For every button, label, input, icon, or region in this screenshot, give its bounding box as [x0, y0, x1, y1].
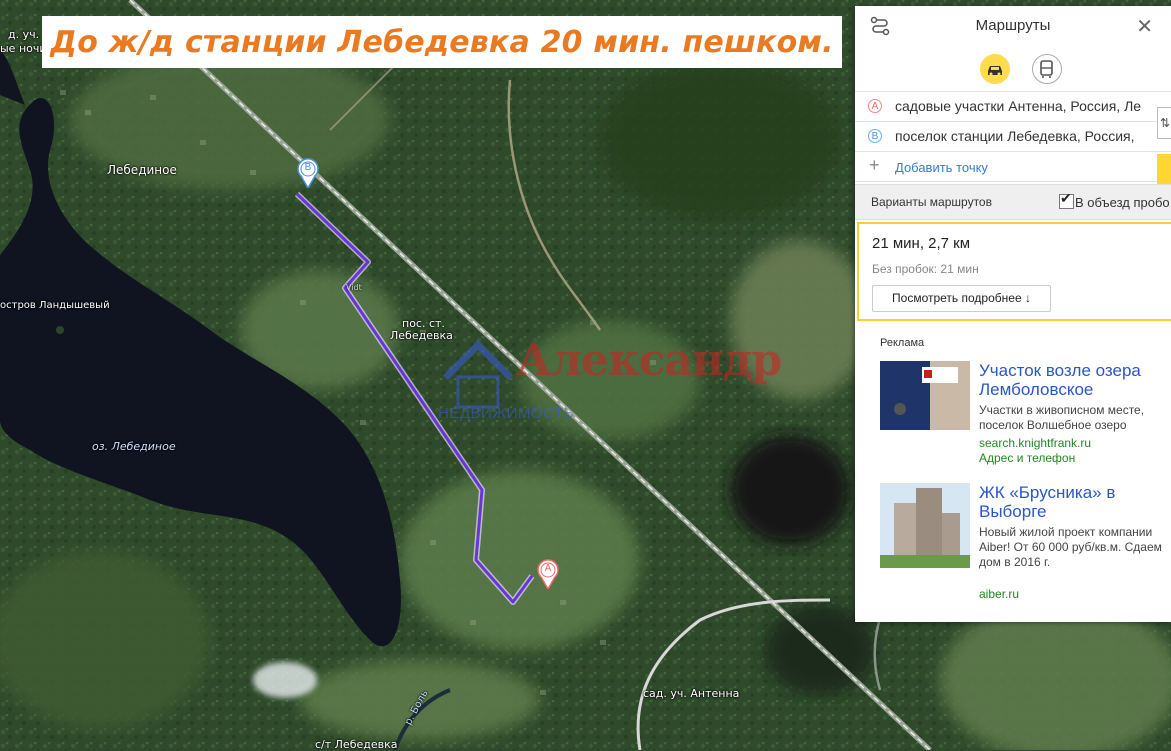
- ad-thumbnail[interactable]: [880, 361, 970, 430]
- route-no-jams: Без пробок: 21 мин: [872, 262, 979, 276]
- marker-b-label: B: [304, 162, 312, 173]
- waypoint-a-marker: A: [868, 99, 882, 113]
- waypoint-b-marker: B: [868, 129, 882, 143]
- yellow-side-tab[interactable]: [1157, 154, 1171, 184]
- ad-title[interactable]: Участок возле озера Лемболовское: [979, 361, 1169, 399]
- watermark-name: Александр: [516, 335, 782, 386]
- watermark-sub: НЕДВИЖИМОСТЬ: [438, 405, 574, 422]
- routes-panel: Маршруты ✕ A садовые участки Антенна, Ро…: [855, 6, 1171, 622]
- map-label-top-left-2: ые ночи: [0, 42, 47, 55]
- transit-mode-button[interactable]: [1032, 54, 1062, 84]
- avoid-jams-checkbox[interactable]: [1059, 190, 1074, 209]
- map-label-island: остров Ландышевый: [0, 300, 110, 311]
- car-mode-button[interactable]: [980, 54, 1010, 84]
- watermark: Александр НЕДВИЖИМОСТЬ: [438, 335, 782, 430]
- marker-a-pin[interactable]: A: [537, 559, 559, 591]
- add-point-row[interactable]: + Добавить точку: [855, 151, 1171, 182]
- waypoint-b[interactable]: B поселок станции Лебедевка, Россия,: [855, 121, 1171, 151]
- route-variants-bar: Варианты маршрутов В объезд пробо: [855, 184, 1171, 220]
- ad-description: Новый жилой проект компании Aiber! От 60…: [979, 525, 1162, 569]
- variants-label: Варианты маршрутов: [871, 195, 992, 209]
- ad-description: Участки в живописном месте, поселок Волш…: [979, 403, 1145, 432]
- add-point-link[interactable]: Добавить точку: [895, 160, 988, 175]
- route-card[interactable]: 21 мин, 2,7 км Без пробок: 21 мин Посмот…: [857, 222, 1171, 321]
- bus-icon: [1040, 60, 1053, 78]
- panel-header: Маршруты ✕: [855, 6, 1171, 46]
- ad-contact-link[interactable]: Адрес и телефон: [979, 451, 1075, 465]
- ad-item[interactable]: ЖК «Брусника» в Выборге Новый жилой прое…: [880, 483, 1170, 608]
- map-label-top-left-1: д. уч.: [8, 28, 40, 41]
- ad-url[interactable]: search.knightfrank.ru: [979, 436, 1091, 450]
- ads-title: Реклама: [880, 337, 925, 349]
- map-label-st-lebedevka: с/т Лебедевка: [315, 738, 398, 751]
- waypoint-b-input[interactable]: поселок станции Лебедевка, Россия,: [895, 128, 1134, 144]
- plus-icon: +: [869, 155, 880, 175]
- avoid-jams-label[interactable]: В объезд пробо: [1075, 195, 1170, 210]
- close-icon[interactable]: ✕: [1136, 14, 1153, 39]
- map-label-lake: оз. Лебединое: [92, 440, 176, 453]
- map-label-vidt: Vidt: [346, 283, 362, 292]
- details-button[interactable]: Посмотреть подробнее ↓: [872, 285, 1051, 312]
- route-time: 21 мин, 2,7 км: [872, 235, 971, 252]
- marker-a-label: A: [544, 563, 552, 574]
- waypoint-a-input[interactable]: садовые участки Антенна, Россия, Ле: [895, 98, 1141, 114]
- map-label-antenna: сад. уч. Антенна: [643, 687, 740, 700]
- map-label-lebedinoe: Лебединое: [107, 163, 177, 177]
- headline-text: До ж/д станции Лебедевка 20 мин. пешком.: [50, 24, 834, 60]
- ad-item[interactable]: Участок возле озера Лемболовское Участки…: [880, 361, 1170, 466]
- waypoint-a[interactable]: A садовые участки Антенна, Россия, Ле: [855, 91, 1171, 121]
- panel-title: Маршруты: [975, 17, 1051, 34]
- swap-points-button[interactable]: ⇅: [1157, 107, 1171, 139]
- ad-url[interactable]: aiber.ru: [979, 587, 1019, 601]
- headline-banner: До ж/д станции Лебедевка 20 мин. пешком.: [42, 16, 842, 68]
- ad-thumbnail[interactable]: [880, 483, 970, 568]
- marker-b-pin[interactable]: B: [297, 158, 319, 190]
- car-icon: [988, 66, 1002, 76]
- ad-title[interactable]: ЖК «Брусника» в Выборге: [979, 483, 1169, 521]
